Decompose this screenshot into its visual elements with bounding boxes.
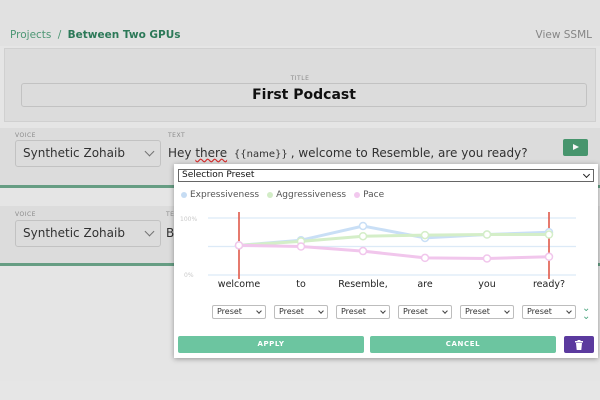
preset-value: Preset [279, 307, 304, 316]
legend-label: Expressiveness [190, 190, 260, 200]
preset-value: Preset [403, 307, 428, 316]
selection-preset-select[interactable]: Selection Preset [178, 169, 594, 182]
series-line-aggressiveness [238, 233, 549, 247]
data-point [544, 230, 554, 239]
chevron-down-icon [566, 308, 572, 314]
voice-label: VOICE [15, 132, 36, 139]
voice-select-value: Synthetic Zohaib [23, 146, 125, 160]
chevron-down-icon [380, 308, 386, 314]
voice-select[interactable]: Synthetic Zohaib [15, 220, 161, 247]
data-point [296, 242, 306, 251]
word-label: are [417, 279, 433, 290]
legend-dot [354, 192, 361, 198]
chevron-down-icon [318, 308, 324, 314]
word-preset-select[interactable]: Preset [212, 305, 266, 319]
chevron-down-icon [144, 146, 155, 157]
text-segment: , welcome to Resemble, are you ready? [290, 146, 528, 160]
breadcrumb-separator: / [57, 29, 62, 41]
delete-button[interactable] [564, 336, 594, 353]
title-input[interactable]: First Podcast [21, 83, 587, 107]
page-header: Projects / Between Two GPUs View SSML [0, 0, 600, 46]
voice-label: VOICE [15, 211, 36, 218]
word-label: ready? [532, 279, 566, 290]
word-label: welcome [217, 279, 261, 290]
breadcrumb-projects-link[interactable]: Projects [10, 29, 51, 41]
chevron-down-icon [504, 308, 510, 314]
data-point [358, 246, 368, 256]
legend-label: Aggressiveness [276, 190, 347, 200]
legend-label: Pace [363, 190, 385, 200]
data-point [482, 254, 492, 263]
breadcrumb: Projects / Between Two GPUs [10, 29, 181, 41]
view-ssml-link[interactable]: View SSML [536, 29, 593, 41]
chevron-down-icon [582, 170, 591, 179]
word-preset-select[interactable]: Preset [460, 305, 514, 319]
preset-value: Preset [341, 307, 366, 316]
word-preset-select[interactable]: Preset [274, 305, 328, 319]
play-button[interactable] [563, 139, 588, 156]
y-tick-bottom: 0% [184, 272, 194, 279]
preset-value: Preset [527, 307, 552, 316]
emotion-editor-popup: Selection Preset Expressiveness Aggressi… [174, 164, 598, 358]
chevron-down-icon [256, 308, 262, 314]
data-point [420, 230, 430, 240]
clip-text-editor[interactable]: B [166, 226, 174, 240]
legend-item[interactable]: Expressiveness [181, 190, 259, 200]
data-point [482, 230, 492, 239]
voice-select-value: Synthetic Zohaib [23, 226, 125, 240]
trash-icon [575, 340, 583, 350]
word-preset-select[interactable]: Preset [398, 305, 452, 319]
word-label: to [296, 279, 306, 290]
preset-value: Preset [217, 307, 242, 316]
word-label: Resemble, [338, 279, 388, 290]
breadcrumb-current[interactable]: Between Two GPUs [68, 29, 181, 41]
voice-select[interactable]: Synthetic Zohaib [15, 140, 161, 167]
data-point [234, 241, 244, 250]
legend-item[interactable]: Pace [354, 190, 384, 200]
text-label: TEXT [168, 132, 186, 139]
cancel-button[interactable]: CANCEL [370, 336, 556, 353]
word-preset-select[interactable]: Preset [336, 305, 390, 319]
selection-preset-value: Selection Preset [182, 170, 255, 180]
expand-chevrons-icon[interactable]: ⌄ ⌄ [582, 304, 590, 322]
emotion-line-chart[interactable]: 100% 0% [174, 204, 598, 279]
data-point [420, 253, 430, 263]
clip-text-editor[interactable]: Hey there {{name}}, welcome to Resemble,… [168, 146, 528, 160]
word-label: you [478, 279, 496, 290]
chevron-down-icon [442, 308, 448, 314]
y-tick-top: 100% [180, 216, 197, 223]
series-line-pace [238, 243, 550, 261]
preset-value: Preset [465, 307, 490, 316]
text-variable-tag[interactable]: {{name}} [234, 149, 288, 160]
legend-dot [267, 192, 274, 198]
legend-dot [181, 192, 187, 198]
data-point [358, 231, 368, 241]
chart-legend: Expressiveness Aggressiveness Pace [181, 190, 384, 200]
data-point [358, 221, 368, 231]
text-segment: Hey [168, 146, 196, 160]
apply-button[interactable]: APPLY [178, 336, 364, 353]
text-misspelled-word[interactable]: there [195, 146, 227, 160]
legend-item[interactable]: Aggressiveness [267, 190, 346, 200]
chevron-down-icon [144, 226, 155, 237]
data-point [544, 252, 554, 262]
title-card: TITLE First Podcast [4, 48, 596, 122]
title-label: TITLE [290, 75, 310, 82]
word-preset-select[interactable]: Preset [522, 305, 576, 319]
